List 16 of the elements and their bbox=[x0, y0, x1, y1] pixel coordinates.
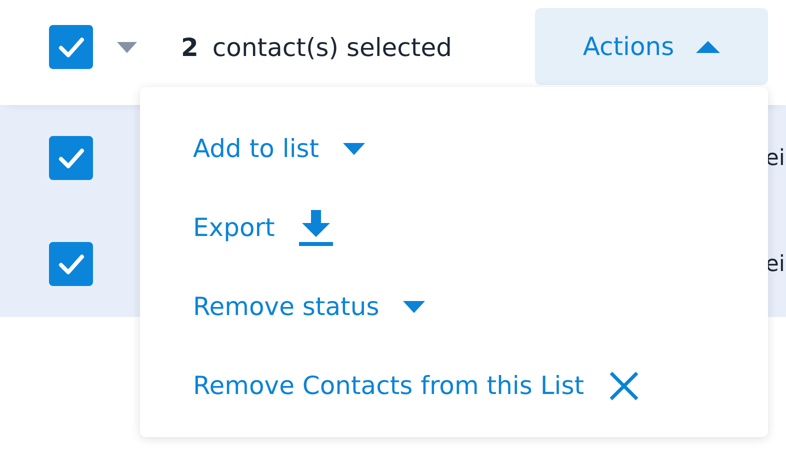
selected-count: 2 bbox=[181, 33, 198, 62]
checkbox[interactable] bbox=[49, 24, 93, 68]
actions-button[interactable]: Actions bbox=[535, 8, 768, 85]
checkbox[interactable] bbox=[49, 242, 93, 286]
checkbox[interactable] bbox=[49, 136, 93, 180]
caret-icon bbox=[403, 300, 426, 312]
menu-item[interactable]: Remove status bbox=[193, 267, 768, 346]
caret-icon bbox=[696, 40, 720, 52]
menu-item[interactable]: Remove Contacts from this List bbox=[193, 346, 768, 425]
selection-label: contact(s) selected bbox=[212, 33, 452, 62]
download-icon bbox=[298, 210, 333, 246]
caret-icon[interactable] bbox=[117, 42, 137, 53]
close-icon bbox=[608, 370, 640, 402]
caret-icon bbox=[343, 142, 366, 154]
menu-item[interactable]: Add to list bbox=[193, 109, 768, 188]
menu-item[interactable]: Export bbox=[193, 188, 768, 267]
